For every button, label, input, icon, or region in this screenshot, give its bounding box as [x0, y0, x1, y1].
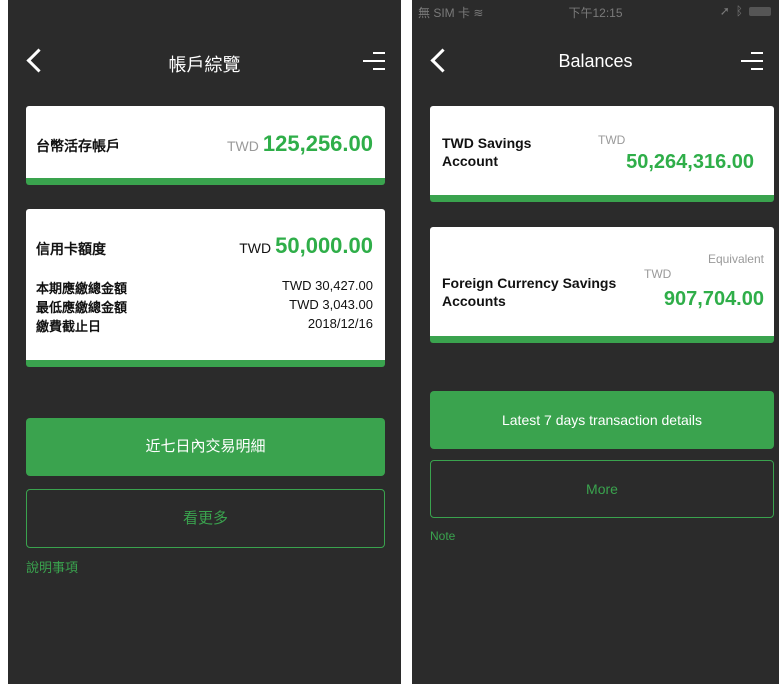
detail-value: TWD 30,427.00	[281, 278, 373, 293]
twd-savings-card[interactable]: 台幣活存帳戶 TWD 125,256.00	[26, 106, 385, 185]
menu-icon[interactable]	[741, 50, 763, 72]
right-screen: 無 SIM 卡 ≋ 下午12:15 ➚ ᛒ Balances TWD Savin…	[412, 0, 779, 684]
credit-limit: TWD 50,000.00	[239, 233, 373, 259]
credit-limit-amount: 50,000.00	[275, 233, 373, 258]
detail-row: 最低應繳總金額 TWD 3,043.00	[36, 297, 373, 315]
account-label: 台幣活存帳戶	[36, 138, 120, 154]
detail-key: 繳費截止日	[36, 319, 102, 334]
location-icon: ➚	[719, 4, 730, 18]
note-link[interactable]: 說明事項	[26, 557, 78, 576]
currency-code: TWD	[227, 138, 259, 154]
balance-amount: 50,264,316.00	[626, 151, 754, 173]
twd-savings-card[interactable]: TWD Savings Account TWD 50,264,316.00	[430, 106, 774, 202]
balance: TWD 125,256.00	[227, 131, 373, 157]
menu-icon[interactable]	[363, 50, 385, 72]
status-icons: ➚ ᛒ	[720, 4, 771, 18]
currency-code: TWD	[239, 240, 272, 256]
equivalent-label: Equivalent	[707, 252, 764, 266]
currency-code: TWD	[598, 133, 626, 147]
more-button[interactable]: More	[430, 460, 774, 518]
recent-transactions-button[interactable]: 近七日內交易明細	[26, 418, 385, 476]
recent-transactions-button[interactable]: Latest 7 days transaction details	[430, 391, 774, 449]
status-bar: 無 SIM 卡 ≋ 下午12:15 ➚ ᛒ	[412, 0, 779, 22]
page-title: 帳戶綜覽	[168, 55, 241, 75]
currency-code: TWD	[644, 267, 672, 281]
detail-value: TWD 3,043.00	[289, 297, 373, 312]
credit-card-card[interactable]: 信用卡額度 TWD 50,000.00 本期應繳總金額 TWD 30,427.00…	[26, 209, 385, 367]
nav-bar: Balances	[412, 42, 779, 82]
note-link[interactable]: Note	[430, 529, 455, 543]
account-label: TWD Savings Account	[442, 135, 532, 169]
detail-row: 繳費截止日 2018/12/16	[36, 316, 373, 334]
detail-key: 最低應繳總金額	[36, 300, 128, 315]
left-screen: 帳戶綜覽 台幣活存帳戶 TWD 125,256.00 信用卡額度 TWD 50,00…	[8, 0, 401, 684]
battery-icon	[749, 6, 771, 16]
balance-amount: 907,704.00	[663, 288, 764, 310]
bluetooth-icon: ᛒ	[735, 4, 743, 18]
detail-row: 本期應繳總金額 TWD 30,427.00	[36, 278, 373, 296]
account-label: Foreign Currency Savings Accounts	[442, 275, 617, 309]
page-title: Balances	[558, 51, 633, 71]
detail-key: 本期應繳總金額	[36, 281, 128, 296]
nav-bar: 帳戶綜覽	[8, 42, 401, 82]
more-button[interactable]: 看更多	[26, 489, 385, 548]
detail-value: 2018/12/16	[307, 316, 373, 331]
credit-limit-label: 信用卡額度	[36, 241, 106, 257]
balance-amount: 125,256.00	[262, 131, 373, 156]
foreign-currency-card[interactable]: Equivalent Foreign Currency Savings Acco…	[430, 227, 774, 343]
